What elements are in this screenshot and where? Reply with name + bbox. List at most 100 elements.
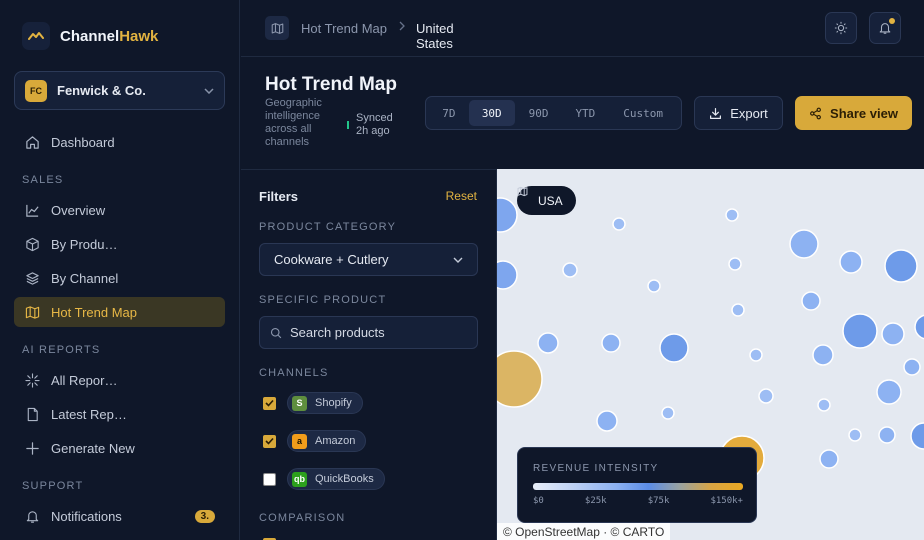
range-30d[interactable]: 30D (468, 100, 515, 126)
bell-icon (24, 508, 40, 524)
org-name: Fenwick & Co. (57, 83, 146, 98)
quickbooks-logo-icon: qb (292, 471, 307, 487)
hawk-logo-icon (22, 22, 50, 50)
section-label-sales: SALES (22, 174, 64, 186)
map-bubble (910, 422, 924, 450)
sidebar-item-overview[interactable]: Overview (14, 195, 225, 225)
map-icon[interactable] (265, 16, 289, 40)
region-chip-label: USA (538, 193, 563, 208)
legend-tick: $0 (533, 496, 544, 506)
sidebar-item-label: Dashboard (51, 134, 115, 150)
sidebar-item-label: All Repor… (51, 372, 118, 388)
channel-checkbox-amazon[interactable] (263, 434, 276, 448)
trend-map[interactable]: USA REVENUE INTENSITY $0 $25k $75k $150k… (497, 169, 924, 540)
map-bubble (848, 428, 862, 442)
map-bubble (647, 279, 661, 293)
sidebar-item-by-channel[interactable]: By Channel (14, 263, 225, 293)
filters-title: Filters (259, 189, 299, 204)
sidebar-item-dashboard[interactable]: Dashboard (14, 127, 225, 157)
channel-name: Shopify (315, 397, 352, 409)
download-icon (709, 107, 722, 120)
map-bubble (881, 322, 905, 346)
sidebar-item-label: Latest Rep… (51, 406, 127, 422)
map-bubble (601, 333, 621, 353)
revenue-legend: REVENUE INTENSITY $0 $25k $75k $150k+ (517, 447, 757, 523)
range-ytd[interactable]: YTD (562, 100, 608, 126)
sidebar-item-by-product[interactable]: By Produ… (14, 229, 225, 259)
page-subtitle: Geographic intelligence across all chann… (265, 97, 322, 148)
brand-name: ChannelHawk (60, 27, 159, 45)
range-custom[interactable]: Custom (608, 100, 678, 126)
export-button[interactable]: Export (694, 96, 783, 130)
reset-filters-link[interactable]: Reset (446, 189, 477, 203)
sidebar-item-notifications[interactable]: Notifications 3. (14, 501, 225, 531)
org-switcher[interactable]: FC Fenwick & Co. (14, 71, 225, 110)
chart-line-icon (24, 202, 40, 218)
product-search (259, 316, 478, 349)
channel-checkbox-shopify[interactable] (263, 396, 276, 410)
legend-tick: $75k (647, 496, 670, 506)
sidebar: ChannelHawk FC Fenwick & Co. Dashboard S… (0, 0, 240, 540)
sidebar-item-generate-new[interactable]: Generate New (14, 433, 225, 463)
channel-row-amazon: a Amazon (263, 430, 367, 452)
product-label: SPECIFIC PRODUCT (259, 294, 387, 306)
map-bubble (731, 303, 745, 317)
legend-tick: $25k (584, 496, 607, 506)
map-bubble (914, 314, 924, 340)
brand[interactable]: ChannelHawk (22, 22, 158, 50)
product-search-input[interactable] (290, 325, 467, 340)
channel-pill-quickbooks[interactable]: qb QuickBooks (287, 468, 385, 490)
map-bubble (497, 197, 518, 233)
amazon-logo-icon: a (292, 433, 307, 449)
sidebar-item-label: Notifications (51, 508, 122, 524)
theme-toggle-button[interactable] (825, 12, 857, 44)
sidebar-item-label: By Channel (51, 270, 119, 286)
sun-icon (834, 21, 848, 35)
map-bubble (612, 217, 626, 231)
map-bubble (878, 426, 896, 444)
channel-checkbox-quickbooks[interactable] (263, 472, 276, 486)
category-select[interactable]: Cookware + Cutlery (259, 243, 478, 276)
channel-name: Amazon (315, 435, 356, 447)
sidebar-item-label: Hot Trend Map (51, 304, 137, 320)
chevron-down-icon (453, 257, 463, 263)
region-chip[interactable]: USA (517, 186, 576, 215)
date-range-selector: 7D 30D 90D YTD Custom (425, 96, 682, 130)
sidebar-item-latest-reports[interactable]: Latest Rep… (14, 399, 225, 429)
share-view-button[interactable]: Share view (795, 96, 912, 130)
search-icon (270, 327, 282, 339)
map-attribution[interactable]: © OpenStreetMap · © CARTO (497, 523, 671, 540)
cube-icon (24, 236, 40, 252)
sidebar-item-hot-trend-map[interactable]: Hot Trend Map (14, 297, 225, 327)
range-90d[interactable]: 90D (515, 100, 563, 126)
map-bubble (812, 344, 834, 366)
share-view-label: Share view (830, 105, 898, 121)
breadcrumb-parent[interactable]: Hot Trend Map (301, 21, 387, 36)
map-bubble (596, 410, 618, 432)
document-icon (24, 406, 40, 422)
notification-dot (889, 18, 895, 24)
sidebar-item-all-reports[interactable]: All Repor… (14, 365, 225, 395)
channel-pill-amazon[interactable]: a Amazon (287, 430, 367, 452)
notifications-button[interactable] (869, 12, 901, 44)
map-bubble (497, 260, 518, 290)
section-label-support: SUPPORT (22, 480, 84, 492)
breadcrumb-current: United States (416, 21, 454, 51)
export-label: Export (730, 105, 768, 121)
map-bubble (728, 257, 742, 271)
map-bubble (497, 350, 543, 408)
plus-icon (24, 440, 40, 456)
map-bubble (819, 449, 839, 469)
map-bubble (661, 406, 675, 420)
sync-status: Synced 2h ago (356, 112, 393, 137)
home-icon (24, 134, 40, 150)
range-7d[interactable]: 7D (429, 100, 469, 126)
legend-gradient (533, 483, 743, 490)
map-icon (24, 304, 40, 320)
layers-icon (24, 270, 40, 286)
category-value: Cookware + Cutlery (274, 252, 389, 267)
sidebar-item-label: Overview (51, 202, 106, 218)
category-label: PRODUCT CATEGORY (259, 221, 397, 233)
channel-pill-shopify[interactable]: S Shopify (287, 392, 363, 414)
map-bubble (801, 291, 821, 311)
